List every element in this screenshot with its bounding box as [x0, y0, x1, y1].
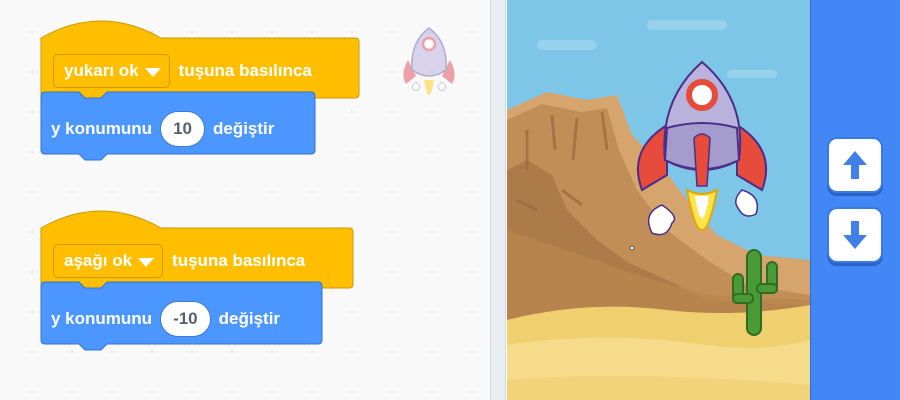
change-y-block-up[interactable]: y konumunu 10 değiştir [40, 91, 359, 166]
down-arrow-button[interactable] [827, 207, 883, 263]
key-dropdown-value: aşağı ok [64, 251, 133, 270]
arrow-up-icon [843, 151, 867, 179]
when-key-pressed-block-up[interactable]: yukarı ok tuşuna basılınca [40, 20, 360, 105]
block-suffix: değiştir [212, 119, 275, 138]
key-dropdown-value: yukarı ok [64, 61, 139, 80]
script-down[interactable]: aşağı ok tuşuna basılınca y konumunu -10… [40, 210, 359, 356]
block-prefix: y konumunu [51, 309, 153, 328]
key-dropdown[interactable]: aşağı ok [53, 244, 164, 278]
chevron-down-icon [144, 67, 161, 77]
mouse-cursor-dot [629, 245, 635, 251]
stage-controls-panel [810, 0, 900, 400]
desert-backdrop [507, 0, 810, 400]
script-up[interactable]: yukarı ok tuşuna basılınca y konumunu 10… [40, 20, 360, 166]
up-arrow-button[interactable] [827, 137, 883, 193]
hat-label: tuşuna basılınca [172, 251, 306, 270]
y-change-input[interactable]: 10 [160, 111, 205, 147]
code-area[interactable]: yukarı ok tuşuna basılınca y konumunu 10… [0, 0, 490, 400]
stage[interactable] [507, 0, 810, 400]
rocket-sprite-ghost [403, 27, 455, 95]
block-prefix: y konumunu [51, 119, 153, 138]
arrow-down-icon [843, 221, 867, 249]
key-dropdown[interactable]: yukarı ok [53, 54, 170, 88]
y-change-input[interactable]: -10 [160, 301, 211, 337]
change-y-block-down[interactable]: y konumunu -10 değiştir [40, 281, 359, 356]
block-suffix: değiştir [218, 309, 281, 328]
chevron-down-icon [138, 257, 155, 267]
when-key-pressed-block-down[interactable]: aşağı ok tuşuna basılınca [40, 210, 359, 295]
hat-label: tuşuna basılınca [178, 61, 312, 80]
panel-divider [490, 0, 506, 400]
